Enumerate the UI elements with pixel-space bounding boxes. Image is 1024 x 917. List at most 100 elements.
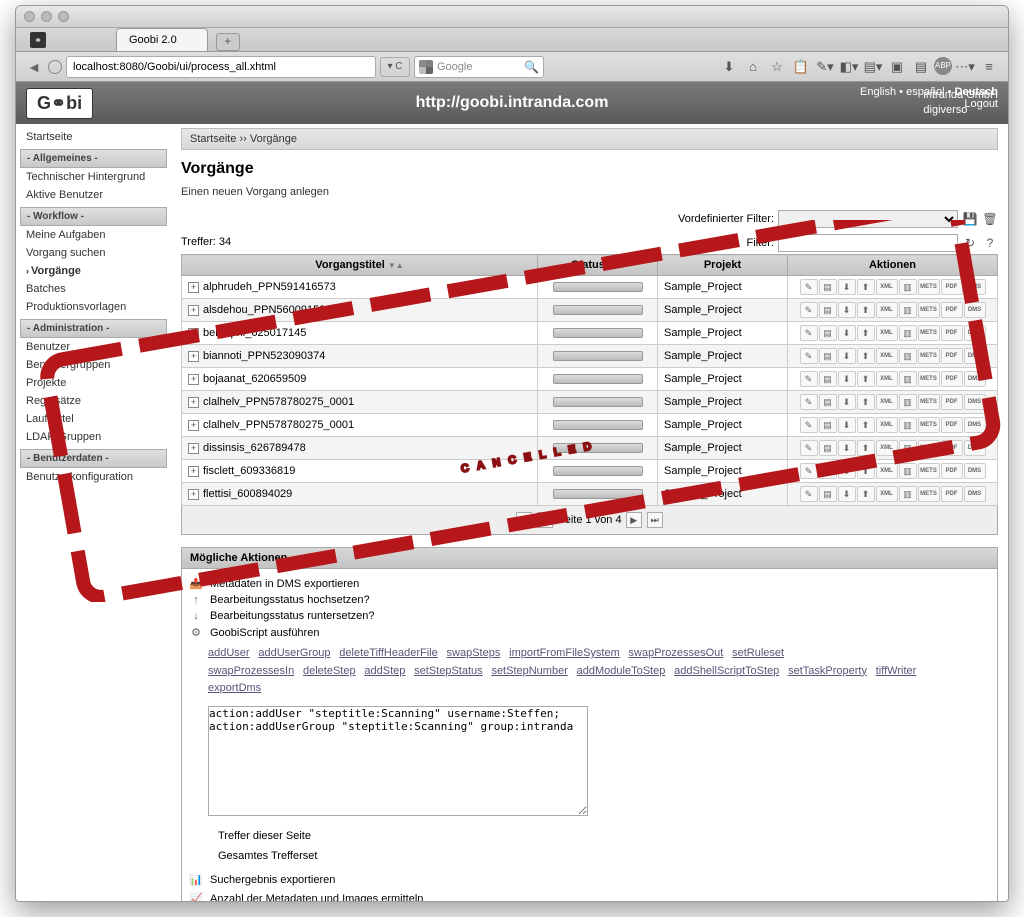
action-pdf-icon[interactable]: PDF — [941, 302, 963, 318]
action-upload-icon[interactable]: ⬆ — [857, 302, 875, 318]
action-export-dms[interactable]: 📤Metadaten in DMS exportieren — [188, 575, 991, 592]
action-dms-icon[interactable]: DMS — [964, 417, 986, 433]
sidebar-item-userconfig[interactable]: Benutzerkonfiguration — [20, 468, 167, 486]
action-metadata-icon[interactable]: ▤ — [819, 486, 837, 502]
action-xml-icon[interactable]: XML — [876, 486, 898, 502]
action-edit-icon[interactable]: ✎ — [800, 394, 818, 410]
action-xml-icon[interactable]: XML — [876, 348, 898, 364]
zoom-window-icon[interactable] — [58, 11, 69, 22]
action-xml-icon[interactable]: XML — [876, 302, 898, 318]
minimize-window-icon[interactable] — [41, 11, 52, 22]
action-upload-icon[interactable]: ⬆ — [857, 371, 875, 387]
process-title[interactable]: dissinsis_626789478 — [203, 442, 306, 454]
process-title[interactable]: clalhelv_PPN578780275_0001 — [203, 396, 354, 408]
action-upload-icon[interactable]: ⬆ — [857, 440, 875, 456]
action-edit-icon[interactable]: ✎ — [800, 486, 818, 502]
lang-spanish[interactable]: español — [906, 86, 945, 98]
action-mets-icon[interactable]: METS — [918, 325, 940, 341]
filter-help-icon[interactable]: ? — [982, 235, 998, 251]
action-download-icon[interactable]: ⬇ — [838, 302, 856, 318]
action-edit-icon[interactable]: ✎ — [800, 279, 818, 295]
sort-icon[interactable]: ▼▲ — [608, 261, 624, 270]
script-link[interactable]: addShellScriptToStep — [674, 665, 779, 677]
action-pdf-icon[interactable]: PDF — [941, 348, 963, 364]
delete-filter-icon[interactable]: 🗑 — [982, 211, 998, 227]
close-window-icon[interactable] — [24, 11, 35, 22]
action-xml-icon[interactable]: XML — [876, 463, 898, 479]
action-doc-icon[interactable]: ▥ — [899, 325, 917, 341]
process-title[interactable]: alsdehou_PPN560091583 — [203, 304, 331, 316]
script-link[interactable]: addUserGroup — [258, 647, 330, 659]
action-doc-icon[interactable]: ▥ — [899, 417, 917, 433]
sidebar-item-ldap[interactable]: LDAP-Gruppen — [20, 428, 167, 446]
action-metadata-icon[interactable]: ▤ — [819, 325, 837, 341]
action-edit-icon[interactable]: ✎ — [800, 348, 818, 364]
action-xml-icon[interactable]: XML — [876, 325, 898, 341]
action-pdf-icon[interactable]: PDF — [941, 486, 963, 502]
page-next-button[interactable]: ▶ — [626, 512, 642, 528]
page-last-button[interactable]: ⏭ — [647, 512, 663, 528]
reload-button[interactable]: ▾ C — [380, 57, 410, 77]
action-download-icon[interactable]: ⬇ — [838, 486, 856, 502]
process-title[interactable]: fisclett_609336819 — [203, 465, 295, 477]
search-input[interactable]: Google 🔍 — [414, 56, 544, 78]
bookmark-star-icon[interactable]: ☆ — [766, 57, 788, 77]
url-input[interactable]: localhost:8080/Goobi/ui/process_all.xhtm… — [66, 56, 376, 78]
action-metadata-icon[interactable]: ▤ — [819, 302, 837, 318]
action-dms-icon[interactable]: DMS — [964, 302, 986, 318]
sidebar-item-dockets[interactable]: Laufzettel — [20, 410, 167, 428]
action-xml-icon[interactable]: XML — [876, 279, 898, 295]
action-metadata-icon[interactable]: ▤ — [819, 348, 837, 364]
action-metadata-icon[interactable]: ▤ — [819, 279, 837, 295]
browser-tab[interactable]: Goobi 2.0 — [116, 28, 208, 51]
action-upload-icon[interactable]: ⬆ — [857, 463, 875, 479]
action-doc-icon[interactable]: ▥ — [899, 279, 917, 295]
action-doc-icon[interactable]: ▥ — [899, 348, 917, 364]
action-download-icon[interactable]: ⬇ — [838, 325, 856, 341]
action-mets-icon[interactable]: METS — [918, 394, 940, 410]
clipboard-icon[interactable]: 📋 — [790, 57, 812, 77]
logo[interactable]: G⚭bi — [26, 88, 93, 119]
script-link[interactable]: swapSteps — [447, 647, 501, 659]
action-download-icon[interactable]: ⬇ — [838, 279, 856, 295]
action-count-metadata[interactable]: 📈Anzahl der Metadaten und Images ermitte… — [188, 889, 991, 901]
sidebar-item-search-process[interactable]: Vorgang suchen — [20, 244, 167, 262]
action-mets-icon[interactable]: METS — [918, 371, 940, 387]
action-xml-icon[interactable]: XML — [876, 371, 898, 387]
action-mets-icon[interactable]: METS — [918, 486, 940, 502]
action-metadata-icon[interactable]: ▤ — [819, 417, 837, 433]
action-metadata-icon[interactable]: ▤ — [819, 440, 837, 456]
script-link[interactable]: setTaskProperty — [788, 665, 867, 677]
expand-icon[interactable]: + — [188, 489, 199, 500]
sidebar-item-users[interactable]: Benutzer — [20, 338, 167, 356]
plugin1-icon[interactable]: ◧▾ — [838, 57, 860, 77]
script-link[interactable]: tiffWriter — [876, 665, 917, 677]
action-pdf-icon[interactable]: PDF — [941, 325, 963, 341]
plugin2-icon[interactable]: ▤▾ — [862, 57, 884, 77]
action-pdf-icon[interactable]: PDF — [941, 371, 963, 387]
save-filter-icon[interactable]: 💾 — [962, 211, 978, 227]
action-mets-icon[interactable]: METS — [918, 279, 940, 295]
lang-german[interactable]: Deutsch — [955, 86, 998, 98]
scope-all[interactable]: Gesamtes Trefferset — [218, 847, 961, 867]
script-link[interactable]: exportDms — [208, 682, 261, 694]
action-xml-icon[interactable]: XML — [876, 417, 898, 433]
action-upload-icon[interactable]: ⬆ — [857, 325, 875, 341]
highlighter-icon[interactable]: ✎▾ — [814, 57, 836, 77]
action-pdf-icon[interactable]: PDF — [941, 394, 963, 410]
process-title[interactable]: alphrudeh_PPN591416573 — [203, 281, 336, 293]
new-tab-button[interactable]: + — [216, 33, 240, 51]
badge-icon[interactable]: ABP — [934, 57, 952, 75]
script-link[interactable]: addStep — [364, 665, 405, 677]
action-mets-icon[interactable]: METS — [918, 302, 940, 318]
sidebar-item-usergroups[interactable]: Benutzergruppen — [20, 356, 167, 374]
sidebar-item-active-users[interactable]: Aktive Benutzer — [20, 186, 167, 204]
sidebar-item-batches[interactable]: Batches — [20, 280, 167, 298]
action-pdf-icon[interactable]: PDF — [941, 440, 963, 456]
lang-english[interactable]: English — [860, 86, 896, 98]
menu-icon[interactable]: ≡ — [978, 57, 1000, 77]
action-mets-icon[interactable]: METS — [918, 417, 940, 433]
action-upload-icon[interactable]: ⬆ — [857, 417, 875, 433]
site-identity-icon[interactable] — [48, 60, 62, 74]
process-title[interactable]: clalhelv_PPN578780275_0001 — [203, 419, 354, 431]
